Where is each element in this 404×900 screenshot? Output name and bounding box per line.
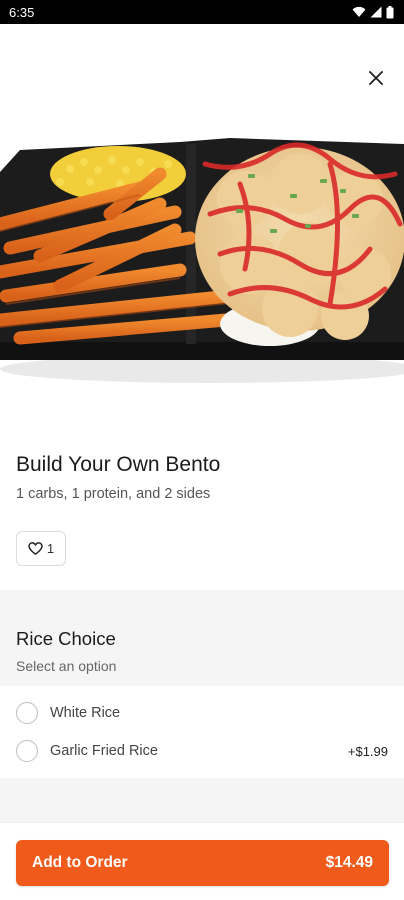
wifi-icon: [352, 6, 366, 17]
signal-icon: [370, 6, 382, 18]
rice-choice-section-header: Rice Choice Select an option: [0, 590, 404, 686]
section-title: Rice Choice: [16, 628, 116, 649]
item-title: Build Your Own Bento: [16, 453, 221, 476]
bento-image: [0, 138, 404, 383]
like-count: 1: [46, 541, 55, 556]
option-garlic-fried-rice[interactable]: Garlic Fried Rice +$1.99: [0, 732, 404, 770]
add-to-order-button[interactable]: Add to Order $14.49: [16, 840, 389, 886]
status-bar: 6:35: [0, 0, 404, 24]
option-price: +$1.99: [347, 743, 388, 759]
order-total: $14.49: [325, 854, 373, 871]
rice-options-list: White Rice Garlic Fried Rice +$1.99: [0, 686, 404, 778]
option-label: Garlic Fried Rice: [50, 743, 158, 759]
like-button[interactable]: 1: [16, 531, 66, 566]
section-subtitle: Select an option: [16, 658, 117, 674]
radio-button[interactable]: [16, 740, 38, 762]
close-icon: [369, 71, 383, 85]
item-hero-image: [0, 24, 404, 434]
status-icons: [352, 5, 394, 19]
add-to-order-label: Add to Order: [32, 854, 128, 871]
bottom-action-bar: Add to Order $14.49: [0, 822, 404, 900]
option-white-rice[interactable]: White Rice: [0, 694, 404, 732]
close-button[interactable]: [362, 64, 390, 92]
radio-button[interactable]: [16, 702, 38, 724]
heart-icon: [28, 542, 43, 555]
battery-icon: [386, 5, 394, 18]
status-time: 6:35: [9, 4, 35, 20]
section-divider: [0, 778, 404, 822]
item-info: Build Your Own Bento 1 carbs, 1 protein,…: [0, 440, 404, 566]
option-label: White Rice: [50, 705, 121, 721]
item-description: 1 carbs, 1 protein, and 2 sides: [16, 486, 211, 502]
